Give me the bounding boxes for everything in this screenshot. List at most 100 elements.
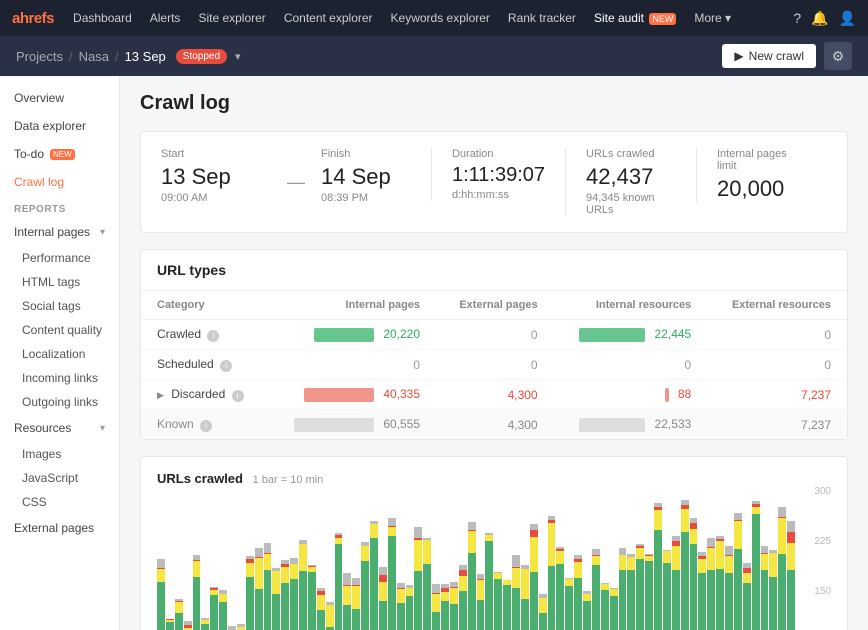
breadcrumb: Projects / Nasa / 13 Sep Stopped ▾ (16, 49, 722, 64)
page-title: Crawl log (140, 92, 848, 115)
cell-discarded-internal[interactable]: 40,335 (268, 380, 437, 410)
cell-crawled-external: 0 (436, 320, 554, 350)
bar-group (539, 486, 547, 630)
status-badge: Stopped (176, 49, 227, 64)
main-layout: Overview Data explorer To-do NEW Crawl l… (0, 76, 868, 630)
breadcrumb-projects[interactable]: Projects (16, 49, 63, 64)
bar-group (769, 486, 777, 630)
bell-icon[interactable]: 🔔 (811, 10, 828, 27)
sidebar-sub-incoming-links[interactable]: Incoming links (0, 366, 119, 390)
bar-group (663, 486, 671, 630)
sidebar-item-crawl-log[interactable]: Crawl log (0, 168, 119, 196)
nav-site-explorer[interactable]: Site explorer (191, 11, 272, 25)
table-row: Crawled i 20,220 0 22,445 (141, 320, 847, 350)
discarded-info-icon[interactable]: i (232, 390, 244, 402)
table-row: Known i 60,555 4,300 22,533 (141, 410, 847, 440)
bar-group (548, 486, 556, 630)
sidebar-item-overview[interactable]: Overview (0, 84, 119, 112)
limit-label: Internal pages limit (717, 148, 807, 172)
sidebar-item-external-pages[interactable]: External pages (0, 514, 119, 542)
cell-crawled-int-resources[interactable]: 22,445 (554, 320, 708, 350)
sidebar-sub-html-tags[interactable]: HTML tags (0, 270, 119, 294)
bar-group (636, 486, 644, 630)
crawled-int-res-bar (579, 328, 645, 342)
discard-expand-arrow[interactable]: ▶ (157, 390, 164, 400)
cell-scheduled-int-resources: 0 (554, 350, 708, 380)
logo[interactable]: ahrefs (12, 10, 54, 27)
bar-group (752, 486, 760, 630)
table-row: ▶ Discarded i 40,335 4,300 88 (141, 380, 847, 410)
bar-group (255, 486, 263, 630)
cell-scheduled-ext-resources: 0 (707, 350, 847, 380)
bar-group (352, 486, 360, 630)
bar-group (281, 486, 289, 630)
sidebar-item-data-explorer[interactable]: Data explorer (0, 112, 119, 140)
nav-right-icons: ? 🔔 👤 (793, 10, 856, 27)
sidebar-sub-localization[interactable]: Localization (0, 342, 119, 366)
breadcrumb-dropdown-arrow[interactable]: ▾ (235, 50, 241, 63)
table-row: Scheduled i 0 0 0 0 (141, 350, 847, 380)
cell-discarded-int-resources[interactable]: 88 (554, 380, 708, 410)
breadcrumb-sep[interactable]: 13 Sep (125, 49, 166, 64)
finish-sub: 08:39 PM (321, 192, 411, 204)
nav-more[interactable]: More ▾ (687, 11, 738, 25)
nav-alerts[interactable]: Alerts (143, 11, 188, 25)
nav-content-explorer[interactable]: Content explorer (277, 11, 380, 25)
limit-value: 20,000 (717, 176, 807, 202)
sidebar-sub-javascript[interactable]: JavaScript (0, 466, 119, 490)
bar-group (698, 486, 706, 630)
scheduled-info-icon[interactable]: i (220, 360, 232, 372)
help-icon[interactable]: ? (793, 10, 801, 26)
sidebar-sub-content-quality[interactable]: Content quality (0, 318, 119, 342)
user-icon[interactable]: 👤 (839, 10, 856, 27)
bar-group (317, 486, 325, 630)
nav-rank-tracker[interactable]: Rank tracker (501, 11, 583, 25)
stat-limit: Internal pages limit 20,000 (696, 148, 827, 202)
bar-group (645, 486, 653, 630)
bar-group (565, 486, 573, 630)
cell-crawled-internal[interactable]: 20,220 (268, 320, 437, 350)
bar-group (583, 486, 591, 630)
bar-group (610, 486, 618, 630)
new-crawl-button[interactable]: ▶ New crawl (722, 44, 816, 68)
sidebar-sub-images[interactable]: Images (0, 442, 119, 466)
bar-group (725, 486, 733, 630)
nav-site-audit[interactable]: Site audit NEW (587, 11, 683, 25)
known-info-icon[interactable]: i (200, 420, 212, 432)
bar-group (326, 486, 334, 630)
settings-button[interactable]: ⚙ (824, 42, 852, 70)
breadcrumb-bar: Projects / Nasa / 13 Sep Stopped ▾ ▶ New… (0, 36, 868, 76)
url-types-section: URL types Category Internal pages Extern… (140, 249, 848, 440)
chart-container: 300 225 150 75 (157, 486, 831, 630)
breadcrumb-nasa[interactable]: Nasa (79, 49, 109, 64)
known-int-res-bar (579, 418, 645, 432)
sidebar-sub-performance[interactable]: Performance (0, 246, 119, 270)
nav-dashboard[interactable]: Dashboard (66, 11, 139, 25)
sidebar-sub-css[interactable]: CSS (0, 490, 119, 514)
breadcrumb-sep2: / (115, 49, 119, 64)
sidebar-sub-social-tags[interactable]: Social tags (0, 294, 119, 318)
start-value: 13 Sep (161, 164, 251, 190)
breadcrumb-actions: ▶ New crawl ⚙ (722, 42, 852, 70)
start-sub: 09:00 AM (161, 192, 251, 204)
cell-known-int-resources: 22,533 (554, 410, 708, 440)
nav-keywords-explorer[interactable]: Keywords explorer (384, 11, 497, 25)
col-external-pages: External pages (436, 291, 554, 320)
bar-group (432, 486, 440, 630)
bar-group (201, 486, 209, 630)
bar-group (574, 486, 582, 630)
url-types-table: Category Internal pages External pages I… (141, 291, 847, 439)
bar-group (290, 486, 298, 630)
main-content: Crawl log Start 13 Sep 09:00 AM — Finish… (120, 76, 868, 630)
bar-group (716, 486, 724, 630)
bar-group (743, 486, 751, 630)
urls-value: 42,437 (586, 164, 676, 190)
sidebar-item-internal-pages[interactable]: Internal pages ▾ (0, 218, 119, 246)
sidebar-sub-outgoing-links[interactable]: Outgoing links (0, 390, 119, 414)
sidebar-item-resources[interactable]: Resources ▾ (0, 414, 119, 442)
sidebar-item-todo[interactable]: To-do NEW (0, 140, 119, 168)
bar-group (477, 486, 485, 630)
bar-group (556, 486, 564, 630)
crawled-info-icon[interactable]: i (207, 330, 219, 342)
cell-known-external: 4,300 (436, 410, 554, 440)
